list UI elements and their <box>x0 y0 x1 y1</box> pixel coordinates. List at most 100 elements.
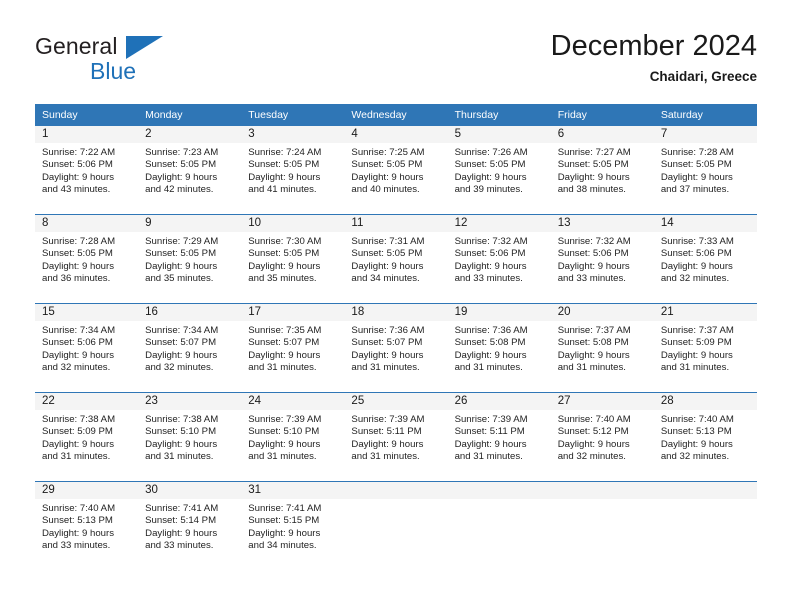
day-number: 13 <box>550 215 654 232</box>
calendar-day-cell[interactable]: 26 Sunrise: 7:39 AM Sunset: 5:11 PM Dayligh… <box>447 392 551 482</box>
calendar-day-cell[interactable]: 27 Sunrise: 7:40 AM Sunset: 5:12 PM Dayligh… <box>550 392 654 482</box>
calendar-day-cell[interactable]: 15 Sunrise: 7:34 AM Sunset: 5:06 PM Dayligh… <box>35 303 139 393</box>
daylight-text-line1: Daylight: 9 hours <box>557 349 630 361</box>
day-details: Sunrise: 7:35 AM Sunset: 5:07 PM Daylight:… <box>241 321 344 375</box>
sunrise-text: Sunrise: 7:39 AM <box>248 414 322 425</box>
sunset-text: Sunset: 5:05 PM <box>351 248 423 260</box>
sunset-text: Sunset: 5:05 PM <box>248 159 320 171</box>
calendar-day-cell[interactable]: 3 Sunrise: 7:24 AM Sunset: 5:05 PM Daylight… <box>241 126 345 215</box>
daylight-text-line1: Daylight: 9 hours <box>351 171 424 183</box>
day-number: 19 <box>447 304 551 321</box>
day-details: Sunrise: 7:29 AM Sunset: 5:05 PM Daylight:… <box>138 232 241 286</box>
day-number: 8 <box>35 215 139 232</box>
daylight-text-line1: Daylight: 9 hours <box>145 438 218 450</box>
calendar-day-cell[interactable]: 14 Sunrise: 7:33 AM Sunset: 5:06 PM Dayligh… <box>653 214 757 304</box>
day-number: 31 <box>241 482 345 499</box>
sunrise-text: Sunrise: 7:40 AM <box>557 414 631 425</box>
day-details: Sunrise: 7:39 AM Sunset: 5:11 PM Daylight:… <box>344 410 447 464</box>
calendar-day-cell[interactable]: 9 Sunrise: 7:29 AM Sunset: 5:05 PM Daylight… <box>138 214 242 304</box>
daylight-text-line1: Daylight: 9 hours <box>454 171 527 183</box>
calendar-day-cell[interactable]: 22 Sunrise: 7:38 AM Sunset: 5:09 PM Dayligh… <box>35 392 139 482</box>
day-number: 24 <box>241 393 345 410</box>
calendar-day-cell-empty <box>550 481 654 570</box>
calendar-day-cell[interactable]: 24 Sunrise: 7:39 AM Sunset: 5:10 PM Dayligh… <box>241 392 345 482</box>
page-header: General Blue December 2024 Chaidari, Gre… <box>0 0 792 100</box>
daylight-text-line1: Daylight: 9 hours <box>557 171 630 183</box>
calendar-day-cell[interactable]: 25 Sunrise: 7:39 AM Sunset: 5:11 PM Dayligh… <box>344 392 448 482</box>
day-details: Sunrise: 7:33 AM Sunset: 5:06 PM Daylight:… <box>654 232 757 286</box>
page-title: December 2024 <box>550 30 757 62</box>
daylight-text-line1: Daylight: 9 hours <box>454 438 527 450</box>
sunrise-text: Sunrise: 7:30 AM <box>248 236 322 247</box>
calendar-day-cell[interactable]: 23 Sunrise: 7:38 AM Sunset: 5:10 PM Dayligh… <box>138 392 242 482</box>
daylight-text-line2: and 42 minutes. <box>145 184 214 196</box>
calendar-day-cell-empty <box>447 481 551 570</box>
calendar-day-cell[interactable]: 6 Sunrise: 7:27 AM Sunset: 5:05 PM Daylight… <box>550 126 654 215</box>
daylight-text-line1: Daylight: 9 hours <box>145 349 218 361</box>
calendar-week-row: 8 Sunrise: 7:28 AM Sunset: 5:05 PM Daylight… <box>35 214 757 304</box>
calendar-day-cell[interactable]: 12 Sunrise: 7:32 AM Sunset: 5:06 PM Dayligh… <box>447 214 551 304</box>
daylight-text-line2: and 33 minutes. <box>454 273 523 285</box>
weekday-header-monday: Monday <box>138 104 242 126</box>
sunrise-text: Sunrise: 7:39 AM <box>454 414 528 425</box>
daylight-text-line2: and 31 minutes. <box>454 362 523 374</box>
sunset-text: Sunset: 5:06 PM <box>454 248 526 260</box>
sunset-text: Sunset: 5:11 PM <box>351 426 422 438</box>
calendar-day-cell[interactable]: 5 Sunrise: 7:26 AM Sunset: 5:05 PM Daylight… <box>447 126 551 215</box>
calendar-day-cell[interactable]: 18 Sunrise: 7:36 AM Sunset: 5:07 PM Dayligh… <box>344 303 448 393</box>
day-details <box>654 499 757 503</box>
calendar-day-cell[interactable]: 16 Sunrise: 7:34 AM Sunset: 5:07 PM Dayligh… <box>138 303 242 393</box>
daylight-text-line1: Daylight: 9 hours <box>660 260 733 272</box>
daylight-text-line1: Daylight: 9 hours <box>660 438 733 450</box>
calendar-day-cell[interactable]: 11 Sunrise: 7:31 AM Sunset: 5:05 PM Dayligh… <box>344 214 448 304</box>
daylight-text-line1: Daylight: 9 hours <box>145 171 218 183</box>
daylight-text-line2: and 31 minutes. <box>248 362 317 374</box>
calendar-day-cell[interactable]: 1 Sunrise: 7:22 AM Sunset: 5:06 PM Daylight… <box>35 126 139 215</box>
sunset-text: Sunset: 5:05 PM <box>145 248 217 260</box>
sunrise-text: Sunrise: 7:24 AM <box>248 147 322 158</box>
calendar-day-cell[interactable]: 31 Sunrise: 7:41 AM Sunset: 5:15 PM Dayligh… <box>241 481 345 570</box>
calendar-body: 1 Sunrise: 7:22 AM Sunset: 5:06 PM Daylight… <box>35 126 757 570</box>
daylight-text-line2: and 34 minutes. <box>351 273 420 285</box>
calendar-day-cell[interactable]: 19 Sunrise: 7:36 AM Sunset: 5:08 PM Dayligh… <box>447 303 551 393</box>
daylight-text-line2: and 36 minutes. <box>42 273 111 285</box>
calendar-day-cell[interactable]: 29 Sunrise: 7:40 AM Sunset: 5:13 PM Dayligh… <box>35 481 139 570</box>
calendar-day-cell[interactable]: 7 Sunrise: 7:28 AM Sunset: 5:05 PM Daylight… <box>653 126 757 215</box>
logo-text-general: General <box>35 33 118 59</box>
daylight-text-line1: Daylight: 9 hours <box>248 260 321 272</box>
calendar-day-cell[interactable]: 8 Sunrise: 7:28 AM Sunset: 5:05 PM Daylight… <box>35 214 139 304</box>
calendar-day-cell[interactable]: 13 Sunrise: 7:32 AM Sunset: 5:06 PM Dayligh… <box>550 214 654 304</box>
daylight-text-line2: and 31 minutes. <box>660 362 730 374</box>
sunset-text: Sunset: 5:11 PM <box>454 426 525 438</box>
sunset-text: Sunset: 5:05 PM <box>145 159 217 171</box>
calendar-day-cell[interactable]: 20 Sunrise: 7:37 AM Sunset: 5:08 PM Dayligh… <box>550 303 654 393</box>
daylight-text-line1: Daylight: 9 hours <box>351 349 424 361</box>
sunrise-text: Sunrise: 7:39 AM <box>351 414 425 425</box>
sunrise-text: Sunrise: 7:22 AM <box>42 147 116 158</box>
daylight-text-line2: and 31 minutes. <box>248 451 317 463</box>
day-details: Sunrise: 7:34 AM Sunset: 5:07 PM Daylight:… <box>138 321 241 375</box>
sunset-text: Sunset: 5:13 PM <box>660 426 732 438</box>
day-details: Sunrise: 7:22 AM Sunset: 5:06 PM Daylight:… <box>35 143 138 197</box>
day-details: Sunrise: 7:28 AM Sunset: 5:05 PM Daylight:… <box>654 143 757 197</box>
calendar-day-cell[interactable]: 28 Sunrise: 7:40 AM Sunset: 5:13 PM Dayligh… <box>653 392 757 482</box>
sunrise-text: Sunrise: 7:28 AM <box>42 236 116 247</box>
sunrise-text: Sunrise: 7:29 AM <box>145 236 219 247</box>
calendar-day-cell[interactable]: 4 Sunrise: 7:25 AM Sunset: 5:05 PM Daylight… <box>344 126 448 215</box>
day-details: Sunrise: 7:32 AM Sunset: 5:06 PM Daylight:… <box>448 232 551 286</box>
daylight-text-line1: Daylight: 9 hours <box>145 260 218 272</box>
day-number <box>447 482 551 499</box>
day-details <box>448 499 551 503</box>
calendar-day-cell[interactable]: 10 Sunrise: 7:30 AM Sunset: 5:05 PM Dayligh… <box>241 214 345 304</box>
sunrise-text: Sunrise: 7:27 AM <box>557 147 631 158</box>
sunrise-text: Sunrise: 7:31 AM <box>351 236 425 247</box>
sunset-text: Sunset: 5:10 PM <box>248 426 320 438</box>
daylight-text-line2: and 34 minutes. <box>248 540 317 552</box>
calendar-day-cell[interactable]: 21 Sunrise: 7:37 AM Sunset: 5:09 PM Dayligh… <box>653 303 757 393</box>
sunrise-text: Sunrise: 7:36 AM <box>454 325 528 336</box>
day-number: 1 <box>35 126 139 143</box>
calendar-day-cell[interactable]: 30 Sunrise: 7:41 AM Sunset: 5:14 PM Dayligh… <box>138 481 242 570</box>
calendar-day-cell[interactable]: 17 Sunrise: 7:35 AM Sunset: 5:07 PM Dayligh… <box>241 303 345 393</box>
sunset-text: Sunset: 5:14 PM <box>145 515 217 527</box>
calendar-day-cell[interactable]: 2 Sunrise: 7:23 AM Sunset: 5:05 PM Daylight… <box>138 126 242 215</box>
